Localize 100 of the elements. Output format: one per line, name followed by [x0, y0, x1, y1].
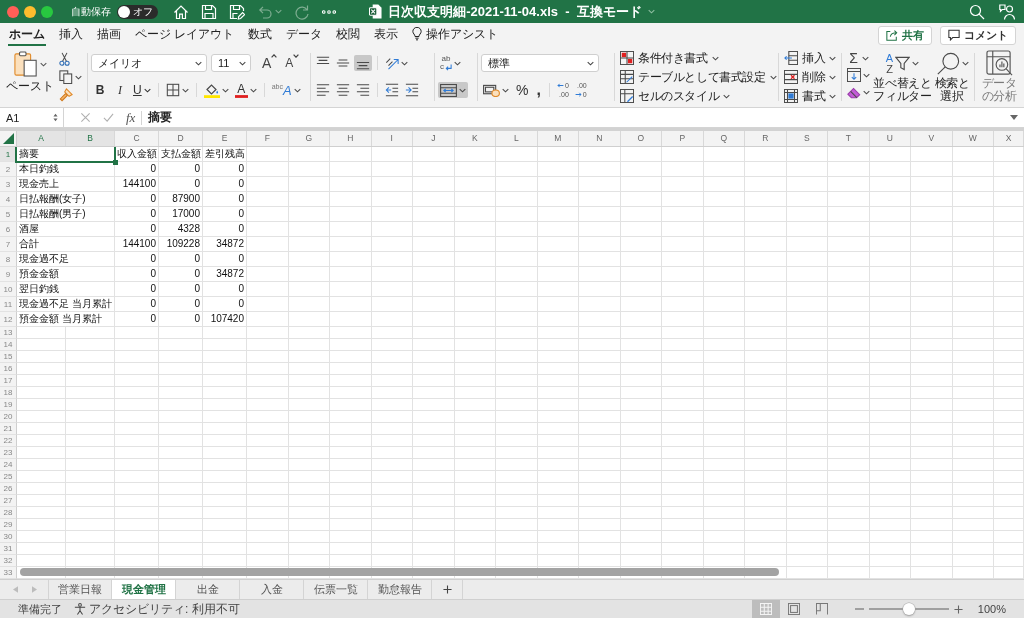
ribbon-tab[interactable]: ホーム	[8, 24, 46, 46]
row-header[interactable]: 7	[0, 237, 17, 252]
name-box[interactable]: A1	[0, 108, 64, 127]
more-button[interactable]	[319, 9, 339, 14]
insert-function-button[interactable]: fx	[120, 110, 143, 125]
find-select-button[interactable]: 検索と選択	[934, 50, 970, 107]
share-button[interactable]: 共有	[878, 25, 932, 45]
column-header[interactable]: B	[66, 131, 115, 146]
column-header[interactable]: N	[579, 131, 621, 146]
column-header[interactable]: D	[159, 131, 203, 146]
sheet-tab[interactable]: 現金管理	[112, 580, 176, 599]
column-header[interactable]: K	[454, 131, 496, 146]
row-header[interactable]: 12	[0, 312, 17, 327]
increase-font-size-button[interactable]: A	[259, 54, 281, 72]
row-header[interactable]: 27	[0, 495, 17, 507]
merge-cells-button[interactable]	[438, 82, 468, 98]
column-header[interactable]: G	[288, 131, 330, 146]
row-header[interactable]: 11	[0, 297, 17, 312]
underline-button[interactable]: U	[131, 82, 153, 98]
row-header[interactable]: 29	[0, 519, 17, 531]
row-header[interactable]: 16	[0, 363, 17, 375]
wrap-text-button[interactable]: ab c	[438, 55, 463, 71]
row-header[interactable]: 2	[0, 162, 17, 177]
align-left-button[interactable]	[314, 82, 332, 98]
row-header[interactable]: 8	[0, 252, 17, 267]
column-header[interactable]: P	[662, 131, 704, 146]
column-header[interactable]: V	[911, 131, 953, 146]
autosave-toggle[interactable]: オフ	[117, 4, 158, 19]
align-center-button[interactable]	[334, 82, 352, 98]
row-header[interactable]: 13	[0, 327, 17, 339]
row-header[interactable]: 4	[0, 192, 17, 207]
font-color-button[interactable]: A	[232, 82, 259, 98]
ribbon-tab[interactable]: 表示	[373, 24, 400, 46]
column-header[interactable]: F	[247, 131, 289, 146]
comma-style-button[interactable]: ,	[533, 82, 544, 98]
formula-field[interactable]: 摘要	[148, 108, 1004, 127]
row-header[interactable]: 17	[0, 375, 17, 387]
font-name-dropdown[interactable]: メイリオ	[91, 54, 207, 72]
decrease-font-size-button[interactable]: A	[282, 54, 303, 72]
percent-style-button[interactable]: %	[513, 82, 532, 98]
row-header[interactable]: 26	[0, 483, 17, 495]
format-as-table-button[interactable]: テーブルとして書式設定	[618, 69, 775, 85]
bold-button[interactable]: B	[91, 82, 109, 98]
row-header[interactable]: 32	[0, 555, 17, 567]
horizontal-scrollbar[interactable]	[20, 568, 779, 576]
column-header[interactable]: O	[620, 131, 662, 146]
font-size-dropdown[interactable]: 11	[211, 54, 251, 72]
column-header[interactable]: T	[828, 131, 870, 146]
column-header[interactable]: M	[537, 131, 579, 146]
row-header[interactable]: 31	[0, 543, 17, 555]
sort-filter-button[interactable]: A Z 並べ替えとフィルター	[873, 50, 932, 107]
tell-me-button[interactable]: 操作アシスト	[411, 24, 500, 46]
accessibility-button[interactable]: アクセシビリティ: 利用不可	[74, 600, 240, 618]
column-header[interactable]: H	[330, 131, 372, 146]
row-header[interactable]: 21	[0, 423, 17, 435]
column-header[interactable]: R	[745, 131, 787, 146]
row-header[interactable]: 19	[0, 399, 17, 411]
fill-color-button[interactable]	[201, 82, 231, 98]
row-header[interactable]: 15	[0, 351, 17, 363]
italic-button[interactable]: I	[111, 82, 129, 98]
orientation-button[interactable]	[383, 55, 410, 71]
column-header[interactable]: E	[203, 131, 247, 146]
row-header[interactable]: 18	[0, 387, 17, 399]
format-cells-button[interactable]: 書式	[782, 88, 838, 104]
align-right-button[interactable]	[354, 82, 372, 98]
row-header[interactable]: 14	[0, 339, 17, 351]
column-header[interactable]: W	[952, 131, 994, 146]
column-header[interactable]: Q	[703, 131, 745, 146]
row-header[interactable]: 20	[0, 411, 17, 423]
row-header[interactable]: 9	[0, 267, 17, 282]
align-bottom-button[interactable]	[354, 55, 372, 71]
column-header[interactable]: J	[413, 131, 455, 146]
insert-cells-button[interactable]: 挿入	[782, 50, 838, 66]
column-header[interactable]: L	[496, 131, 538, 146]
ribbon-tab[interactable]: ページ レイアウト	[134, 24, 236, 46]
row-header[interactable]: 23	[0, 447, 17, 459]
row-header[interactable]: 28	[0, 507, 17, 519]
decrease-indent-button[interactable]	[383, 82, 401, 98]
conditional-formatting-button[interactable]: 条件付き書式	[618, 50, 775, 66]
ribbon-tab[interactable]: 校閲	[335, 24, 362, 46]
comment-button[interactable]: コメント	[940, 25, 1016, 45]
row-header[interactable]: 10	[0, 282, 17, 297]
fill-button[interactable]	[845, 67, 871, 83]
paste-button[interactable]: ペースト	[6, 51, 54, 107]
ribbon-tab[interactable]: 数式	[247, 24, 274, 46]
autosum-button[interactable]: Σ	[845, 50, 871, 66]
delete-cells-button[interactable]: 削除	[782, 69, 838, 85]
collaborate-button[interactable]	[996, 3, 1018, 20]
ribbon-tab[interactable]: データ	[285, 24, 324, 46]
row-header[interactable]: 3	[0, 177, 17, 192]
row-header[interactable]: 6	[0, 222, 17, 237]
ribbon-tab[interactable]: 挿入	[58, 24, 84, 46]
ribbon-tab[interactable]: 描画	[96, 24, 122, 46]
row-header[interactable]: 5	[0, 207, 17, 222]
row-header[interactable]: 25	[0, 471, 17, 483]
row-header[interactable]: 33	[0, 567, 17, 579]
copy-button[interactable]	[57, 69, 84, 85]
currency-format-button[interactable]	[481, 82, 511, 98]
increase-indent-button[interactable]	[403, 82, 421, 98]
row-header[interactable]: 30	[0, 531, 17, 543]
